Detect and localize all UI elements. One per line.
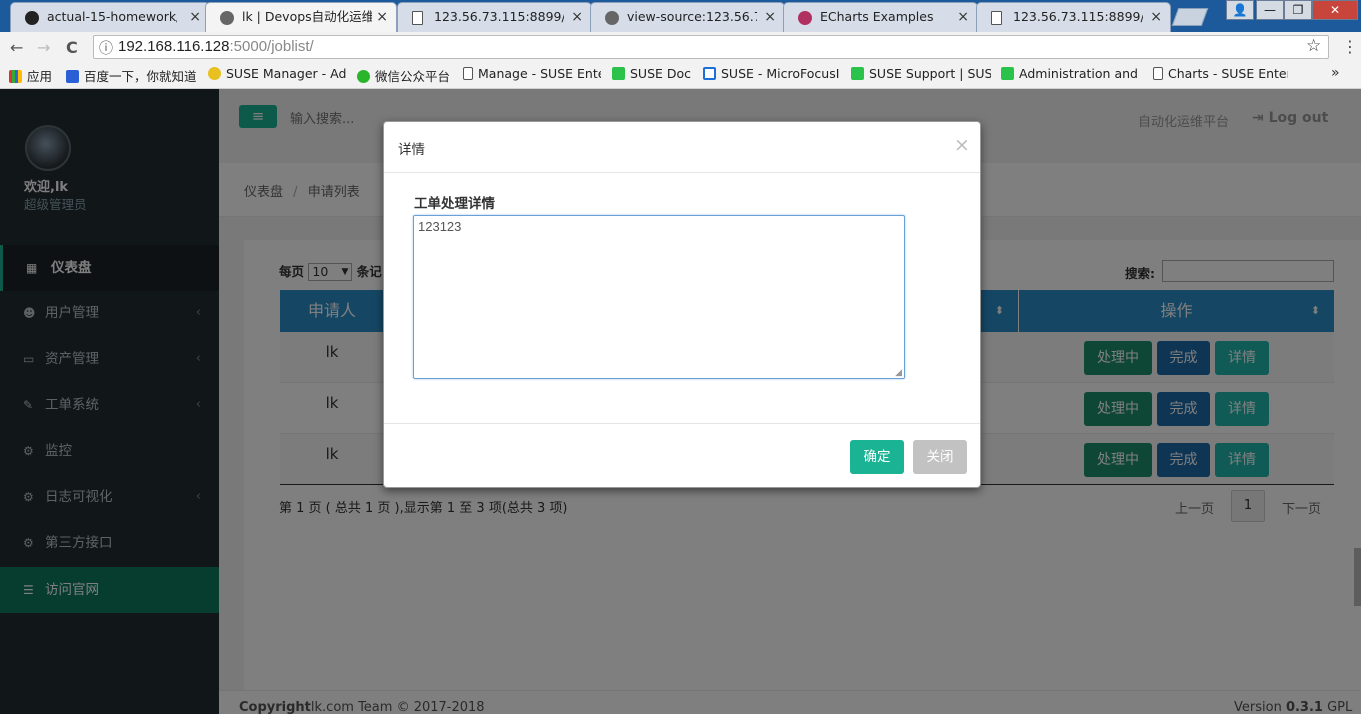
echarts-icon <box>798 11 812 25</box>
page-icon <box>1153 67 1163 80</box>
bookmark-item[interactable]: 百度一下，你就知道 <box>66 66 201 85</box>
browser-tab[interactable]: 123.56.73.115:8899/ma × <box>397 2 592 32</box>
bookmark-item[interactable]: Manage - SUSE Ente <box>463 66 601 81</box>
browser-tab[interactable]: ECharts Examples × <box>783 2 978 32</box>
bookmark-item[interactable]: SUSE Doc <box>612 66 697 81</box>
bookmark-label: SUSE Doc <box>630 66 692 81</box>
bookmark-label: 百度一下，你就知道 <box>84 69 197 84</box>
tab-title: view-source:123.56.73. <box>627 9 757 24</box>
url-text: 192.168.116.128:5000/joblist/ <box>118 38 314 55</box>
user-icon[interactable]: 👤 <box>1226 0 1254 20</box>
close-button[interactable]: 关闭 <box>913 440 967 474</box>
close-icon[interactable]: × <box>189 3 201 31</box>
wechat-icon <box>357 70 370 83</box>
bookmarks-more-icon[interactable]: » <box>1331 65 1340 81</box>
apps-icon <box>9 70 22 83</box>
bookmark-item[interactable]: Charts - SUSE Enter <box>1153 66 1288 81</box>
suse-icon <box>851 67 864 80</box>
resize-handle-icon[interactable]: ◢ <box>895 367 902 378</box>
detail-textarea[interactable]: 123123 ◢ <box>413 215 905 379</box>
tab-title: ECharts Examples <box>820 9 934 24</box>
info-icon[interactable]: ⓘ <box>99 38 113 58</box>
suse-icon <box>612 67 625 80</box>
menu-icon[interactable]: ⋮ <box>1342 37 1358 56</box>
tab-title: 123.56.73.115:8899/sta <box>1013 9 1143 24</box>
browser-tab[interactable]: 123.56.73.115:8899/sta × <box>976 2 1171 32</box>
detail-modal: 详情 × 工单处理详情 123123 ◢ 确定 关闭 <box>383 121 981 488</box>
bookmark-label: Manage - SUSE Ente <box>478 66 601 81</box>
reload-icon[interactable]: C <box>66 38 78 57</box>
suse-icon <box>1001 67 1014 80</box>
close-icon[interactable]: × <box>571 3 583 31</box>
bookmark-label: Charts - SUSE Enter <box>1168 66 1288 81</box>
close-icon[interactable]: × <box>957 3 969 31</box>
restore-button[interactable]: ❐ <box>1284 0 1312 20</box>
minimize-button[interactable]: — <box>1256 0 1284 20</box>
page-icon <box>463 67 473 80</box>
confirm-button[interactable]: 确定 <box>850 440 904 474</box>
globe-icon <box>605 11 619 25</box>
modal-title: 详情 <box>398 142 425 158</box>
bookmark-label: 微信公众平台 <box>375 69 451 84</box>
close-icon[interactable]: × <box>764 3 776 31</box>
tab-title: lk | Devops自动化运维平 <box>242 9 372 24</box>
tab-title: actual-15-homework/t <box>47 9 177 24</box>
bookmark-item[interactable]: SUSE - MicroFocusI <box>703 66 843 81</box>
close-icon[interactable]: × <box>1150 3 1162 31</box>
back-icon[interactable]: ← <box>10 38 23 57</box>
close-icon[interactable]: × <box>376 3 388 31</box>
bookmark-item[interactable]: 微信公众平台 <box>357 66 457 85</box>
modal-header <box>384 122 980 173</box>
star-icon[interactable]: ☆ <box>1306 36 1321 56</box>
field-label: 工单处理详情 <box>414 196 495 212</box>
close-window-button[interactable]: ✕ <box>1312 0 1358 20</box>
tab-title: 123.56.73.115:8899/ma <box>434 9 564 24</box>
microfocus-icon <box>703 67 716 80</box>
bookmark-label: SUSE Support | SUS <box>869 66 991 81</box>
browser-tab[interactable]: view-source:123.56.73. × <box>590 2 785 32</box>
forward-icon[interactable]: → <box>37 38 50 57</box>
page-icon <box>991 11 1002 25</box>
bookmark-item[interactable]: 应用 <box>9 66 52 85</box>
bookmark-item[interactable]: SUSE Manager - Ad <box>208 66 346 81</box>
github-icon <box>25 11 39 25</box>
browser-tab-bar: actual-15-homework/t × lk | Devops自动化运维平… <box>0 0 1361 32</box>
page-icon <box>412 11 423 25</box>
browser-tab-active[interactable]: lk | Devops自动化运维平 × <box>205 2 397 32</box>
url-host: 192.168.116.128 <box>118 38 230 55</box>
textarea-value: 123123 <box>418 219 462 234</box>
modal-divider <box>384 423 980 424</box>
bookmark-label: 应用 <box>27 69 53 84</box>
close-icon[interactable]: × <box>954 134 970 156</box>
browser-tab[interactable]: actual-15-homework/t × <box>10 2 210 32</box>
bookmark-label: Administration and <box>1019 66 1138 81</box>
url-path: :5000/joblist/ <box>229 38 314 55</box>
globe-icon <box>220 11 234 25</box>
suse-manager-icon <box>208 67 221 80</box>
bookmark-item[interactable]: SUSE Support | SUS <box>851 66 991 81</box>
bookmark-label: SUSE Manager - Ad <box>226 66 346 81</box>
bookmark-label: SUSE - MicroFocusI <box>721 66 840 81</box>
bookmark-item[interactable]: Administration and <box>1001 66 1141 81</box>
new-tab-button[interactable] <box>1171 8 1209 26</box>
baidu-icon <box>66 70 79 83</box>
